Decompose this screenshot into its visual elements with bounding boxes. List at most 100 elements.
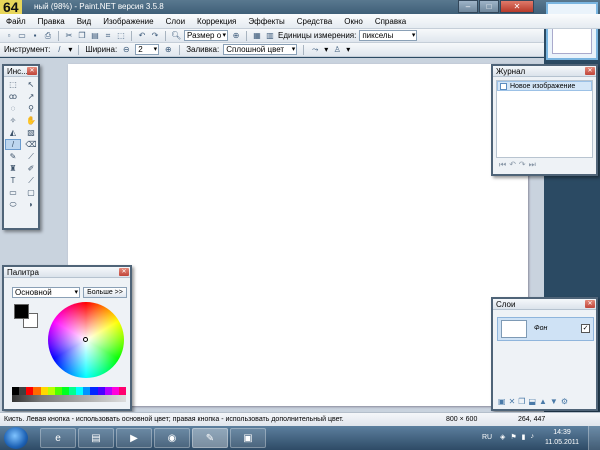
- minimize-button[interactable]: –: [458, 0, 478, 13]
- tray-app-icon[interactable]: ◈: [500, 433, 505, 441]
- menu-view[interactable]: Вид: [71, 14, 97, 28]
- color-picker-icon[interactable]: ⟋: [23, 151, 39, 162]
- print-icon[interactable]: ⎙: [43, 31, 53, 41]
- move-up-icon[interactable]: ▲: [539, 397, 547, 406]
- clock-date[interactable]: 11.05.2011: [542, 439, 582, 446]
- undo-icon[interactable]: ↶: [137, 31, 147, 41]
- color-wheel-cursor[interactable]: [83, 337, 88, 342]
- width-decrease-icon[interactable]: ⊖: [121, 45, 131, 55]
- paste-icon[interactable]: ▤: [90, 31, 100, 41]
- rectangle-icon[interactable]: ▭: [5, 187, 21, 198]
- zoom-out-icon[interactable]: 🔍︎: [171, 31, 181, 41]
- chrome-icon[interactable]: ◉: [154, 428, 190, 448]
- fast-forward-icon[interactable]: ⏭: [529, 160, 536, 170]
- merge-layer-icon[interactable]: ⬓: [528, 397, 536, 406]
- close-icon[interactable]: ✕: [585, 300, 595, 308]
- maximize-button[interactable]: □: [479, 0, 499, 13]
- explorer-icon[interactable]: ▤: [78, 428, 114, 448]
- magic-wand-icon[interactable]: ✧: [5, 115, 21, 126]
- close-icon[interactable]: ✕: [27, 67, 37, 75]
- lasso-icon[interactable]: ꝏ: [5, 91, 21, 102]
- menu-help[interactable]: Справка: [369, 14, 412, 28]
- move-down-icon[interactable]: ▼: [550, 397, 558, 406]
- layer-properties-icon[interactable]: ⚙: [561, 397, 568, 406]
- primary-color-swatch[interactable]: [14, 304, 29, 319]
- redo-icon[interactable]: ↷: [519, 160, 526, 170]
- duplicate-layer-icon[interactable]: ❐: [518, 397, 525, 406]
- history-item[interactable]: Новое изображение: [497, 81, 592, 91]
- close-icon[interactable]: ✕: [585, 67, 595, 75]
- text-icon[interactable]: T: [5, 175, 21, 186]
- image-thumbnail[interactable]: [546, 2, 598, 60]
- blend-dropdown-arrow[interactable]: ▾: [346, 45, 350, 54]
- freeform-shape-icon[interactable]: ◗: [23, 199, 39, 210]
- cut-icon[interactable]: ✂: [64, 31, 74, 41]
- paintbrush-icon[interactable]: /: [5, 139, 21, 150]
- ruler-icon[interactable]: ▥: [265, 31, 275, 41]
- volume-icon[interactable]: ♪: [531, 433, 535, 441]
- width-input[interactable]: 2 ▾: [135, 44, 160, 55]
- rewind-icon[interactable]: ⏮: [499, 160, 506, 170]
- show-desktop-button[interactable]: [588, 426, 600, 450]
- clock-time[interactable]: 14:39: [542, 429, 582, 436]
- fill-combo[interactable]: Сплошной цвет ▾: [223, 44, 298, 55]
- add-layer-icon[interactable]: ▣: [498, 397, 506, 406]
- console-icon[interactable]: ▣: [230, 428, 266, 448]
- antialias-dropdown-arrow[interactable]: ▾: [324, 45, 328, 54]
- width-increase-icon[interactable]: ⊕: [163, 45, 173, 55]
- paintnet-icon[interactable]: ✎: [192, 428, 228, 448]
- layer-row[interactable]: Фон ✓: [497, 317, 594, 341]
- units-combo[interactable]: пикселы ▾: [359, 30, 418, 41]
- menu-layers[interactable]: Слои: [160, 14, 191, 28]
- start-button[interactable]: [4, 427, 28, 449]
- more-colors-button[interactable]: Больше >>: [83, 287, 127, 298]
- palette-mode-select[interactable]: Основной ▾: [12, 287, 80, 298]
- blend-mode-icon[interactable]: ♙: [332, 45, 342, 55]
- gradient-icon[interactable]: ▧: [23, 127, 39, 138]
- close-button[interactable]: ✕: [500, 0, 534, 13]
- eraser-icon[interactable]: ⌫: [23, 139, 39, 150]
- network-icon[interactable]: ▮: [522, 433, 526, 441]
- media-player-icon[interactable]: ▶: [116, 428, 152, 448]
- new-file-icon[interactable]: ▫: [4, 31, 14, 41]
- undo-icon[interactable]: ↶: [509, 160, 516, 170]
- zoom-icon[interactable]: ⚲: [23, 103, 39, 114]
- menu-effects[interactable]: Эффекты: [242, 14, 290, 28]
- zoom-in-icon[interactable]: ⊕: [231, 31, 241, 41]
- line-curve-icon[interactable]: ⟋: [23, 175, 39, 186]
- crop-icon[interactable]: ⌗: [103, 31, 113, 41]
- layer-visibility-checkbox[interactable]: ✓: [581, 324, 590, 333]
- antialias-icon[interactable]: ⤳: [310, 45, 320, 55]
- menu-utilities[interactable]: Средства: [291, 14, 338, 28]
- image-canvas[interactable]: [68, 64, 528, 406]
- pencil-icon[interactable]: ✎: [5, 151, 21, 162]
- ellipse-icon[interactable]: ⬭: [5, 199, 21, 210]
- clone-stamp-icon[interactable]: ♜: [5, 163, 21, 174]
- ie-icon[interactable]: e: [40, 428, 76, 448]
- close-icon[interactable]: ✕: [119, 268, 129, 276]
- zoom-combo[interactable]: Размер о ▾: [184, 30, 228, 41]
- rounded-rectangle-icon[interactable]: ▢: [23, 187, 39, 198]
- menu-file[interactable]: Файл: [0, 14, 32, 28]
- delete-layer-icon[interactable]: ✕: [509, 397, 516, 406]
- redo-icon[interactable]: ↷: [150, 31, 160, 41]
- grayscale-strip[interactable]: [12, 395, 126, 402]
- menu-adjustments[interactable]: Коррекция: [191, 14, 242, 28]
- move-selected-icon[interactable]: ↗: [23, 91, 39, 102]
- pan-icon[interactable]: ✋: [23, 115, 39, 126]
- deselect-icon[interactable]: ⬚: [116, 31, 126, 41]
- menu-image[interactable]: Изображение: [97, 14, 159, 28]
- paint-bucket-icon[interactable]: ◭: [5, 127, 21, 138]
- flag-icon[interactable]: ⚑: [510, 433, 516, 441]
- color-wheel[interactable]: [48, 302, 124, 378]
- open-folder-icon[interactable]: ▭: [17, 31, 27, 41]
- language-indicator[interactable]: RU: [482, 434, 492, 441]
- save-icon[interactable]: ▪: [30, 31, 40, 41]
- grid-icon[interactable]: ▦: [252, 31, 262, 41]
- brush-icon[interactable]: /: [54, 45, 64, 55]
- ellipse-select-icon[interactable]: ◌: [5, 103, 21, 114]
- rectangle-select-icon[interactable]: ⬚: [5, 79, 21, 90]
- menu-window[interactable]: Окно: [338, 14, 369, 28]
- menu-edit[interactable]: Правка: [32, 14, 71, 28]
- recolor-icon[interactable]: ✐: [23, 163, 39, 174]
